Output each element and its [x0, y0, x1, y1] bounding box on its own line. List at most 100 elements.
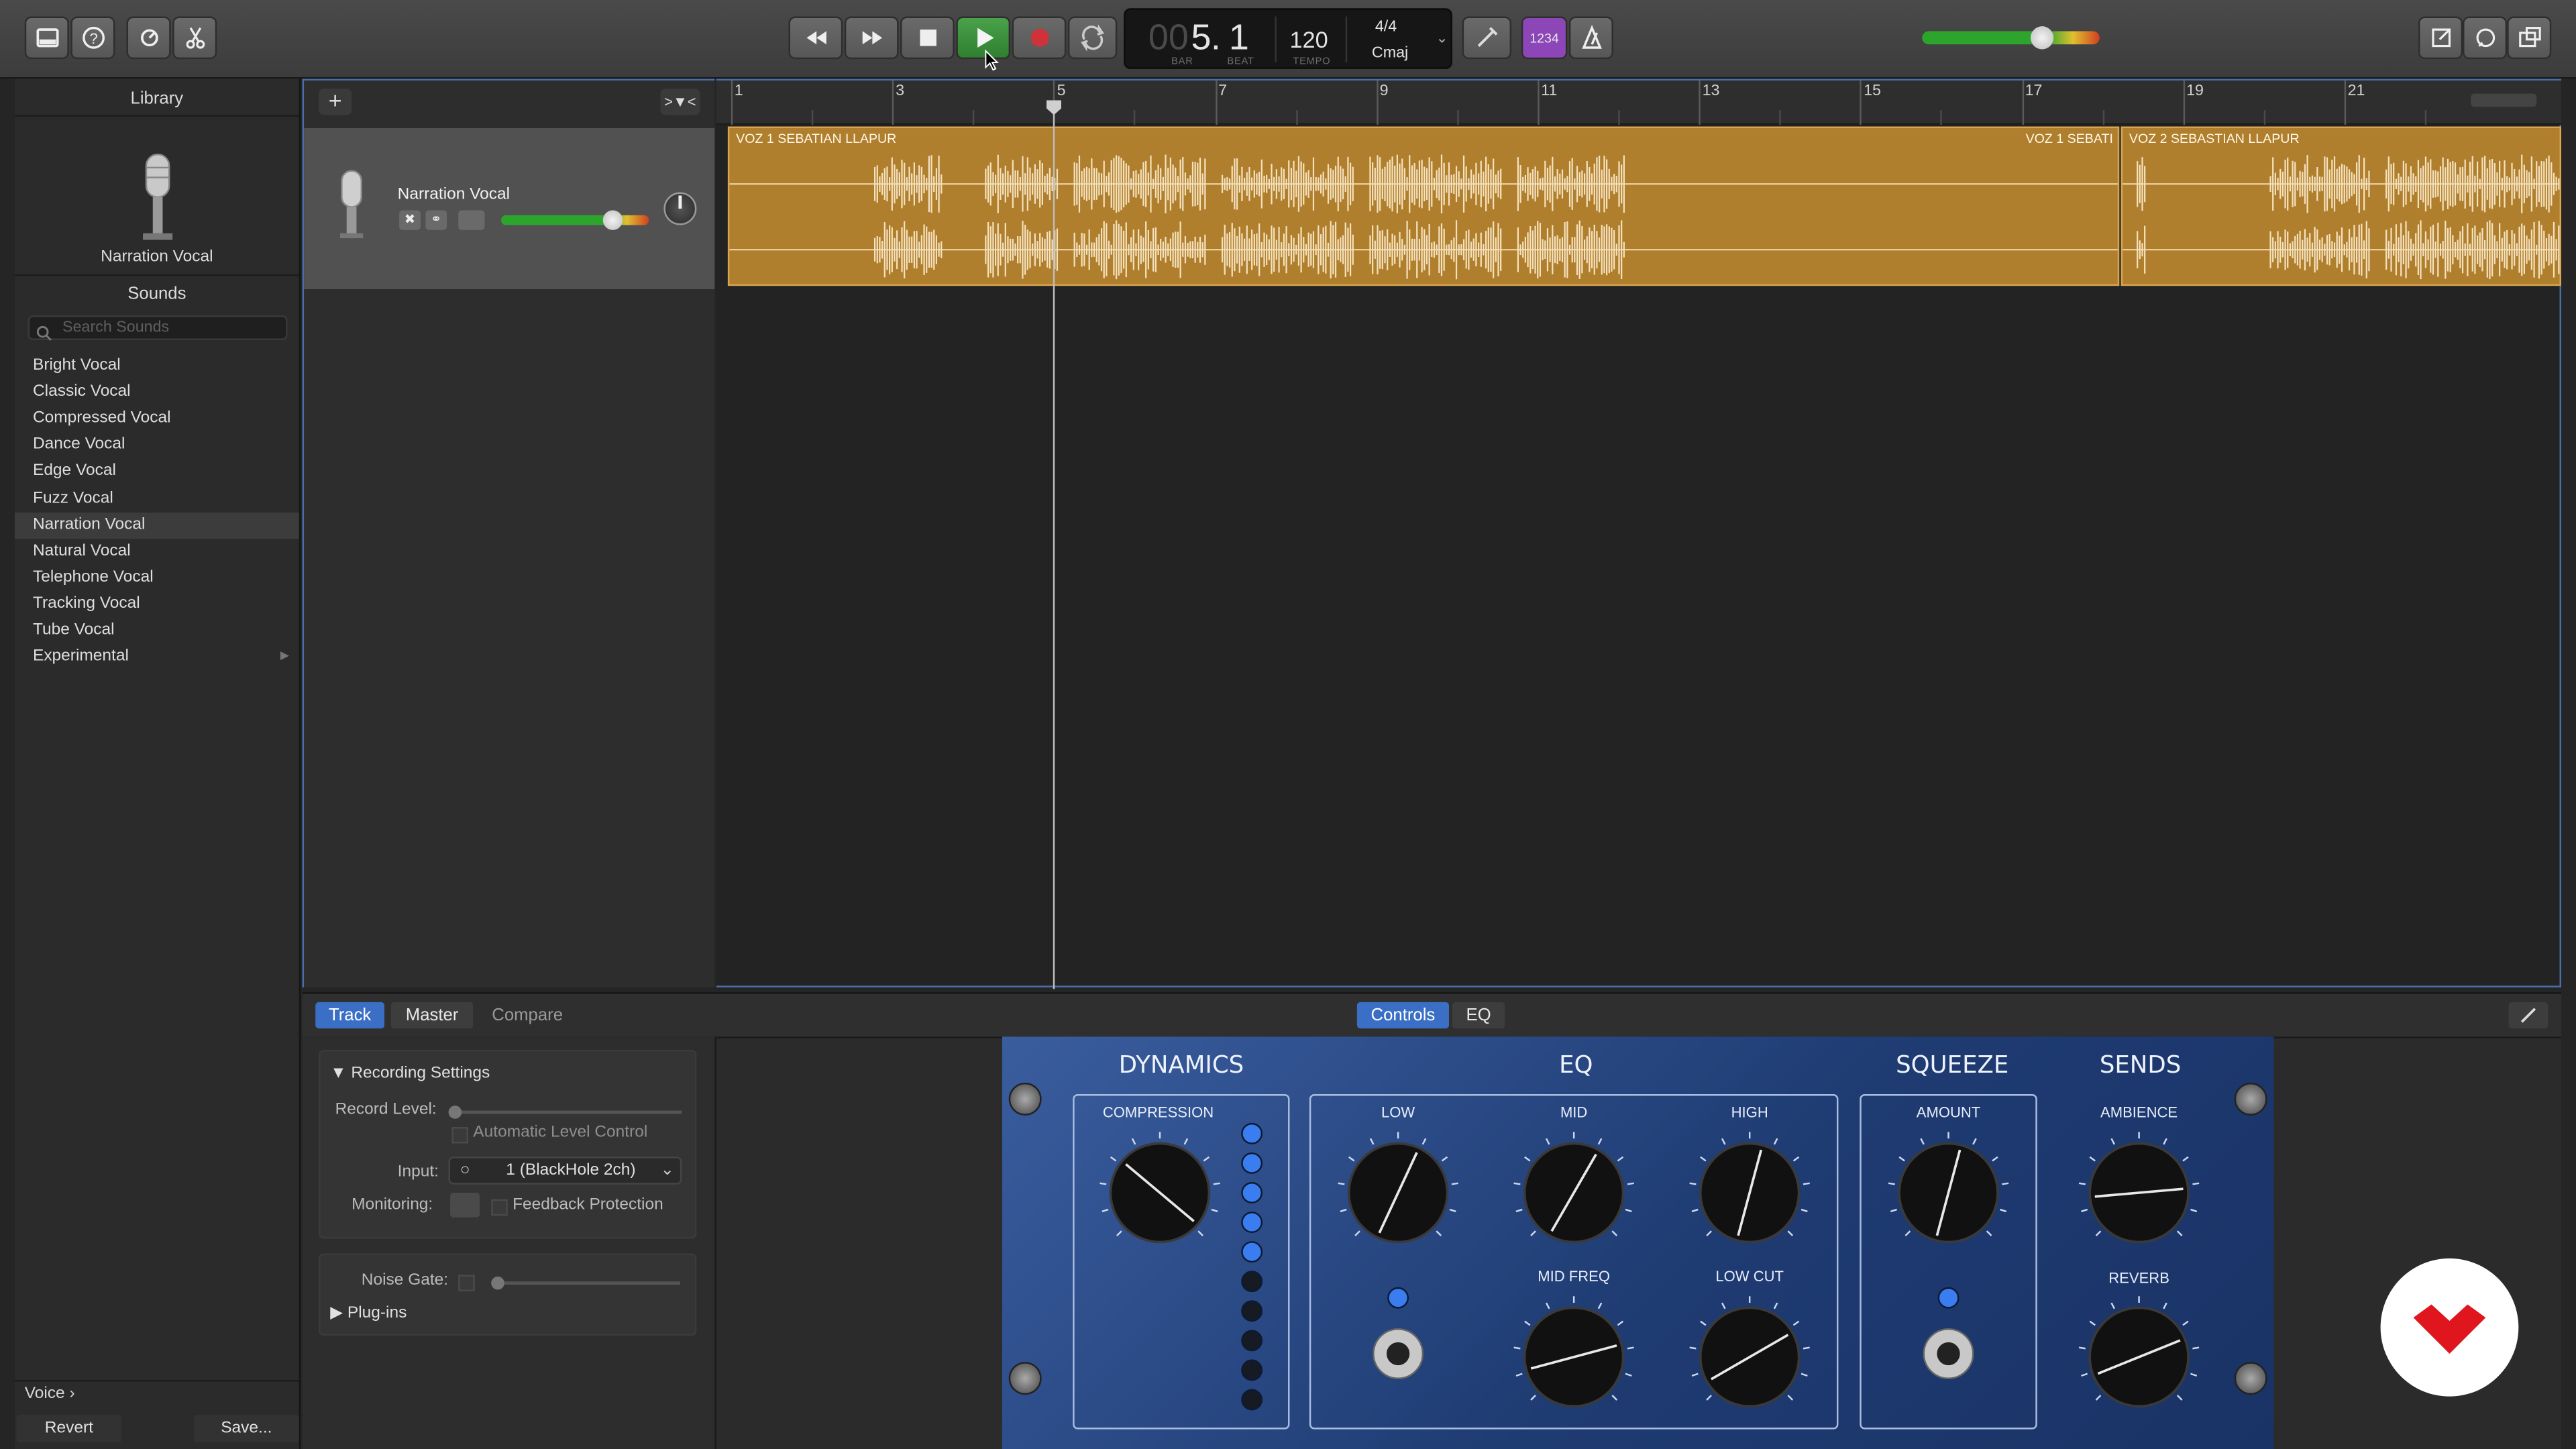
master-volume-slider[interactable]	[1922, 26, 2100, 50]
play-button[interactable]	[956, 16, 1011, 60]
toggle-switch[interactable]	[1923, 1328, 1974, 1379]
track-name[interactable]: Narration Vocal	[398, 186, 510, 204]
loop-icon	[2475, 28, 2494, 48]
tab-compare[interactable]: Compare	[480, 1002, 575, 1028]
pencil-icon[interactable]	[2508, 1002, 2548, 1029]
ruler-subtick	[2102, 110, 2104, 125]
lcd-beat-label: BEAT	[1227, 57, 1254, 68]
tab-track[interactable]: Track	[315, 1002, 385, 1029]
track-header[interactable]: Narration Vocal ✖ ⚭	[304, 128, 715, 290]
lcd-beat: 1	[1228, 16, 1249, 58]
rotary-knob[interactable]	[1513, 1132, 1634, 1244]
plugins-disclosure[interactable]: ▶ Plug-ins	[330, 1305, 407, 1323]
editors-button[interactable]	[172, 16, 217, 60]
sound-item-label: Fuzz Vocal	[32, 488, 113, 507]
quick-help-button[interactable]: ?	[70, 16, 115, 60]
monitoring-button[interactable]	[450, 1192, 480, 1218]
rotary-knob[interactable]	[1689, 1132, 1810, 1244]
sound-item[interactable]: Tracking Vocal	[15, 591, 299, 617]
brand-logo	[2380, 1258, 2519, 1397]
ruler-tick	[2183, 80, 2185, 125]
lcd-divider	[1275, 16, 1277, 63]
ruler-subtick	[2263, 110, 2265, 125]
sound-item-label: Dance Vocal	[32, 435, 125, 454]
note-pad-button[interactable]	[2418, 16, 2463, 60]
track-volume-slider[interactable]	[500, 210, 649, 230]
tab-master[interactable]: Master	[390, 1002, 474, 1029]
sound-item[interactable]: Fuzz Vocal	[15, 486, 299, 512]
zoom-slider[interactable]	[2471, 93, 2537, 107]
sound-item[interactable]: Telephone Vocal	[15, 565, 299, 591]
cycle-button[interactable]	[1067, 16, 1118, 60]
noise-gate-slider[interactable]	[491, 1276, 680, 1290]
track-volume-knob[interactable]	[602, 210, 622, 230]
ruler-subtick	[1941, 110, 1943, 125]
add-track-button[interactable]: +	[319, 88, 352, 115]
lcd-chevron-down-icon[interactable]: ⌄	[1436, 30, 1448, 48]
count-in-button[interactable]: 1234	[1521, 16, 1568, 60]
record-level-slider[interactable]	[448, 1106, 682, 1119]
rotary-knob[interactable]	[2078, 1132, 2200, 1244]
rotary-knob[interactable]	[2078, 1296, 2200, 1408]
footer-breadcrumb[interactable]: Voice ›	[25, 1385, 75, 1403]
ruler-tick	[1860, 80, 1862, 125]
playhead[interactable]	[1053, 101, 1055, 989]
meter-led	[1241, 1359, 1263, 1381]
rotary-knob[interactable]	[1689, 1296, 1810, 1408]
metronome-button[interactable]	[1568, 16, 1613, 60]
mute-button[interactable]: ✖	[399, 210, 421, 230]
audio-region[interactable]: VOZ 2 SEBASTIAN LLAPUR	[2121, 126, 2561, 286]
record-button[interactable]	[1012, 16, 1067, 60]
pan-knob[interactable]	[663, 192, 697, 225]
sound-item[interactable]: Experimental ▶	[15, 644, 299, 670]
noise-gate-knob[interactable]	[491, 1276, 504, 1290]
master-volume-knob[interactable]	[2031, 26, 2055, 50]
rotary-knob[interactable]	[1888, 1132, 2009, 1244]
sound-item[interactable]: Tube Vocal	[15, 618, 299, 644]
rotary-knob[interactable]	[1338, 1132, 1458, 1244]
tuner-button[interactable]	[1462, 16, 1512, 60]
stop-icon	[919, 30, 936, 46]
rewind-button[interactable]	[788, 16, 843, 60]
tracks-area[interactable]: VOZ 1 SEBATIAN LLAPUR VOZ 1 SEBATI VOZ 2…	[716, 125, 2561, 987]
sound-item[interactable]: Edge Vocal	[15, 459, 299, 485]
rotary-knob[interactable]	[1099, 1132, 1220, 1244]
sound-item-label: Narration Vocal	[32, 515, 146, 533]
noise-gate-checkbox[interactable]	[458, 1275, 475, 1291]
svg-text:?: ?	[89, 30, 97, 47]
media-browser-button[interactable]	[2507, 16, 2552, 60]
sound-item[interactable]: Natural Vocal	[15, 539, 299, 565]
tab-eq[interactable]: EQ	[1452, 1002, 1505, 1029]
revert-button[interactable]: Revert	[16, 1414, 122, 1443]
input-monitoring-button[interactable]	[458, 210, 485, 230]
library-button[interactable]	[24, 16, 69, 60]
feedback-protection-checkbox[interactable]	[491, 1199, 508, 1216]
recording-settings-disclosure[interactable]: ▼ Recording Settings	[330, 1065, 490, 1083]
smart-controls-button[interactable]	[126, 16, 171, 60]
lcd-tempo: 120	[1289, 26, 1328, 53]
alc-label: Automatic Level Control	[473, 1124, 648, 1142]
filter-icon[interactable]: >▼<	[660, 89, 700, 115]
sound-item[interactable]: Bright Vocal	[15, 354, 299, 380]
lcd-display[interactable]: 00 5 . 1 BAR BEAT 120 TEMPO 4/4 Cmaj ⌄	[1124, 8, 1452, 69]
record-level-knob[interactable]	[448, 1106, 462, 1119]
sound-item[interactable]: Narration Vocal	[15, 512, 299, 539]
alc-checkbox[interactable]	[451, 1127, 468, 1144]
audio-region[interactable]: VOZ 1 SEBATIAN LLAPUR VOZ 1 SEBATI	[727, 126, 2120, 286]
loop-browser-button[interactable]	[2463, 16, 2508, 60]
sound-item[interactable]: Classic Vocal	[15, 380, 299, 406]
rotary-knob[interactable]	[1513, 1296, 1634, 1408]
save-button[interactable]: Save...	[193, 1414, 299, 1443]
headphones-icon[interactable]: ⚭	[425, 210, 447, 230]
fast-forward-button[interactable]	[844, 16, 899, 60]
tab-controls[interactable]: Controls	[1356, 1002, 1450, 1029]
scissors-icon	[185, 27, 205, 49]
toggle-switch[interactable]	[1373, 1328, 1424, 1379]
sound-item[interactable]: Compressed Vocal	[15, 406, 299, 432]
timeline-ruler[interactable]: 1 3 5 7 9 11 13 15 17 19 21	[716, 78, 2561, 125]
stop-button[interactable]	[900, 16, 955, 60]
search-input[interactable]: Search Sounds	[28, 315, 288, 340]
ruler-subtick	[1618, 110, 1620, 125]
sound-item[interactable]: Dance Vocal	[15, 433, 299, 459]
input-select[interactable]: ○ 1 (BlackHole 2ch) ⌄	[448, 1157, 682, 1185]
